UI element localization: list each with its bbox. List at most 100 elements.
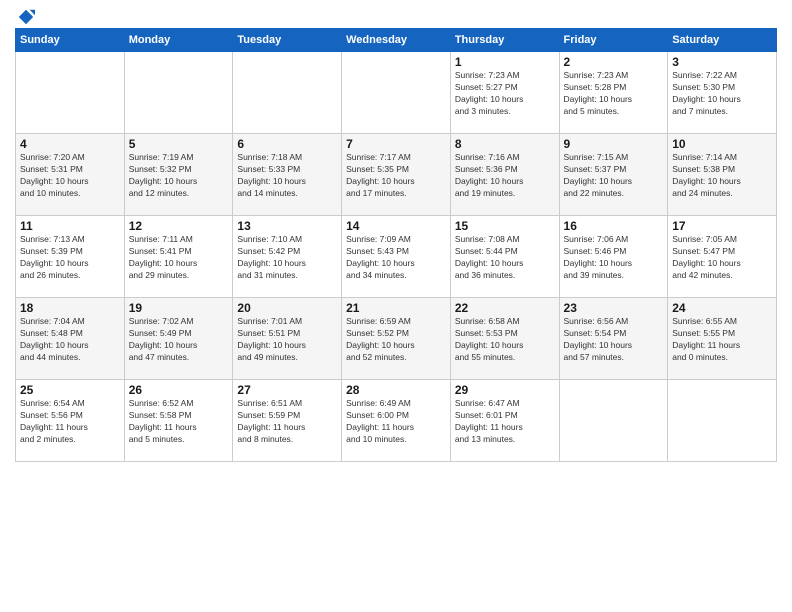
day-number: 12 xyxy=(129,219,229,233)
calendar-cell: 4Sunrise: 7:20 AM Sunset: 5:31 PM Daylig… xyxy=(16,134,125,216)
day-number: 15 xyxy=(455,219,555,233)
day-number: 18 xyxy=(20,301,120,315)
day-info: Sunrise: 7:08 AM Sunset: 5:44 PM Dayligh… xyxy=(455,234,555,282)
calendar-cell: 11Sunrise: 7:13 AM Sunset: 5:39 PM Dayli… xyxy=(16,216,125,298)
day-number: 4 xyxy=(20,137,120,151)
calendar-cell: 19Sunrise: 7:02 AM Sunset: 5:49 PM Dayli… xyxy=(124,298,233,380)
day-number: 3 xyxy=(672,55,772,69)
day-info: Sunrise: 6:58 AM Sunset: 5:53 PM Dayligh… xyxy=(455,316,555,364)
day-info: Sunrise: 7:19 AM Sunset: 5:32 PM Dayligh… xyxy=(129,152,229,200)
logo xyxy=(15,10,35,20)
calendar-cell: 27Sunrise: 6:51 AM Sunset: 5:59 PM Dayli… xyxy=(233,380,342,462)
calendar-cell: 13Sunrise: 7:10 AM Sunset: 5:42 PM Dayli… xyxy=(233,216,342,298)
calendar-cell: 9Sunrise: 7:15 AM Sunset: 5:37 PM Daylig… xyxy=(559,134,668,216)
calendar-cell: 15Sunrise: 7:08 AM Sunset: 5:44 PM Dayli… xyxy=(450,216,559,298)
day-number: 9 xyxy=(564,137,664,151)
day-number: 6 xyxy=(237,137,337,151)
day-number: 29 xyxy=(455,383,555,397)
day-info: Sunrise: 7:04 AM Sunset: 5:48 PM Dayligh… xyxy=(20,316,120,364)
day-number: 16 xyxy=(564,219,664,233)
calendar-cell: 14Sunrise: 7:09 AM Sunset: 5:43 PM Dayli… xyxy=(342,216,451,298)
calendar-cell: 16Sunrise: 7:06 AM Sunset: 5:46 PM Dayli… xyxy=(559,216,668,298)
calendar-cell: 18Sunrise: 7:04 AM Sunset: 5:48 PM Dayli… xyxy=(16,298,125,380)
calendar-cell: 6Sunrise: 7:18 AM Sunset: 5:33 PM Daylig… xyxy=(233,134,342,216)
calendar-cell: 12Sunrise: 7:11 AM Sunset: 5:41 PM Dayli… xyxy=(124,216,233,298)
col-header-sunday: Sunday xyxy=(16,29,125,52)
day-info: Sunrise: 6:55 AM Sunset: 5:55 PM Dayligh… xyxy=(672,316,772,364)
calendar-cell: 29Sunrise: 6:47 AM Sunset: 6:01 PM Dayli… xyxy=(450,380,559,462)
col-header-thursday: Thursday xyxy=(450,29,559,52)
col-header-friday: Friday xyxy=(559,29,668,52)
col-header-tuesday: Tuesday xyxy=(233,29,342,52)
col-header-wednesday: Wednesday xyxy=(342,29,451,52)
day-number: 25 xyxy=(20,383,120,397)
calendar-cell: 22Sunrise: 6:58 AM Sunset: 5:53 PM Dayli… xyxy=(450,298,559,380)
day-number: 21 xyxy=(346,301,446,315)
page-header xyxy=(15,10,777,20)
col-header-monday: Monday xyxy=(124,29,233,52)
day-info: Sunrise: 7:11 AM Sunset: 5:41 PM Dayligh… xyxy=(129,234,229,282)
day-number: 5 xyxy=(129,137,229,151)
day-number: 23 xyxy=(564,301,664,315)
day-number: 14 xyxy=(346,219,446,233)
day-info: Sunrise: 7:13 AM Sunset: 5:39 PM Dayligh… xyxy=(20,234,120,282)
calendar-cell: 25Sunrise: 6:54 AM Sunset: 5:56 PM Dayli… xyxy=(16,380,125,462)
day-info: Sunrise: 7:18 AM Sunset: 5:33 PM Dayligh… xyxy=(237,152,337,200)
day-info: Sunrise: 7:23 AM Sunset: 5:27 PM Dayligh… xyxy=(455,70,555,118)
calendar-cell: 1Sunrise: 7:23 AM Sunset: 5:27 PM Daylig… xyxy=(450,52,559,134)
calendar-cell: 8Sunrise: 7:16 AM Sunset: 5:36 PM Daylig… xyxy=(450,134,559,216)
day-info: Sunrise: 7:02 AM Sunset: 5:49 PM Dayligh… xyxy=(129,316,229,364)
day-info: Sunrise: 7:23 AM Sunset: 5:28 PM Dayligh… xyxy=(564,70,664,118)
calendar-cell: 2Sunrise: 7:23 AM Sunset: 5:28 PM Daylig… xyxy=(559,52,668,134)
calendar-cell: 7Sunrise: 7:17 AM Sunset: 5:35 PM Daylig… xyxy=(342,134,451,216)
day-number: 28 xyxy=(346,383,446,397)
day-info: Sunrise: 6:51 AM Sunset: 5:59 PM Dayligh… xyxy=(237,398,337,446)
day-number: 7 xyxy=(346,137,446,151)
day-info: Sunrise: 7:06 AM Sunset: 5:46 PM Dayligh… xyxy=(564,234,664,282)
day-number: 27 xyxy=(237,383,337,397)
day-info: Sunrise: 7:01 AM Sunset: 5:51 PM Dayligh… xyxy=(237,316,337,364)
calendar-cell: 5Sunrise: 7:19 AM Sunset: 5:32 PM Daylig… xyxy=(124,134,233,216)
day-info: Sunrise: 6:59 AM Sunset: 5:52 PM Dayligh… xyxy=(346,316,446,364)
day-info: Sunrise: 7:10 AM Sunset: 5:42 PM Dayligh… xyxy=(237,234,337,282)
calendar-cell: 21Sunrise: 6:59 AM Sunset: 5:52 PM Dayli… xyxy=(342,298,451,380)
calendar-cell xyxy=(668,380,777,462)
day-info: Sunrise: 7:05 AM Sunset: 5:47 PM Dayligh… xyxy=(672,234,772,282)
calendar-cell xyxy=(342,52,451,134)
day-number: 20 xyxy=(237,301,337,315)
calendar-cell xyxy=(16,52,125,134)
calendar-cell: 26Sunrise: 6:52 AM Sunset: 5:58 PM Dayli… xyxy=(124,380,233,462)
calendar-cell: 3Sunrise: 7:22 AM Sunset: 5:30 PM Daylig… xyxy=(668,52,777,134)
calendar-cell: 24Sunrise: 6:55 AM Sunset: 5:55 PM Dayli… xyxy=(668,298,777,380)
day-info: Sunrise: 6:49 AM Sunset: 6:00 PM Dayligh… xyxy=(346,398,446,446)
day-info: Sunrise: 6:52 AM Sunset: 5:58 PM Dayligh… xyxy=(129,398,229,446)
day-number: 1 xyxy=(455,55,555,69)
calendar-cell xyxy=(559,380,668,462)
calendar-cell: 23Sunrise: 6:56 AM Sunset: 5:54 PM Dayli… xyxy=(559,298,668,380)
day-info: Sunrise: 7:20 AM Sunset: 5:31 PM Dayligh… xyxy=(20,152,120,200)
calendar-cell: 20Sunrise: 7:01 AM Sunset: 5:51 PM Dayli… xyxy=(233,298,342,380)
day-number: 26 xyxy=(129,383,229,397)
day-info: Sunrise: 7:16 AM Sunset: 5:36 PM Dayligh… xyxy=(455,152,555,200)
day-info: Sunrise: 6:56 AM Sunset: 5:54 PM Dayligh… xyxy=(564,316,664,364)
day-number: 22 xyxy=(455,301,555,315)
day-number: 13 xyxy=(237,219,337,233)
day-info: Sunrise: 6:47 AM Sunset: 6:01 PM Dayligh… xyxy=(455,398,555,446)
day-info: Sunrise: 7:14 AM Sunset: 5:38 PM Dayligh… xyxy=(672,152,772,200)
calendar-cell xyxy=(124,52,233,134)
day-number: 10 xyxy=(672,137,772,151)
day-number: 24 xyxy=(672,301,772,315)
col-header-saturday: Saturday xyxy=(668,29,777,52)
day-info: Sunrise: 7:22 AM Sunset: 5:30 PM Dayligh… xyxy=(672,70,772,118)
day-info: Sunrise: 6:54 AM Sunset: 5:56 PM Dayligh… xyxy=(20,398,120,446)
calendar-cell: 28Sunrise: 6:49 AM Sunset: 6:00 PM Dayli… xyxy=(342,380,451,462)
day-number: 17 xyxy=(672,219,772,233)
day-number: 8 xyxy=(455,137,555,151)
calendar-cell: 10Sunrise: 7:14 AM Sunset: 5:38 PM Dayli… xyxy=(668,134,777,216)
day-info: Sunrise: 7:09 AM Sunset: 5:43 PM Dayligh… xyxy=(346,234,446,282)
calendar-cell: 17Sunrise: 7:05 AM Sunset: 5:47 PM Dayli… xyxy=(668,216,777,298)
day-number: 11 xyxy=(20,219,120,233)
logo-icon xyxy=(17,8,35,26)
calendar: SundayMondayTuesdayWednesdayThursdayFrid… xyxy=(15,28,777,462)
day-number: 2 xyxy=(564,55,664,69)
